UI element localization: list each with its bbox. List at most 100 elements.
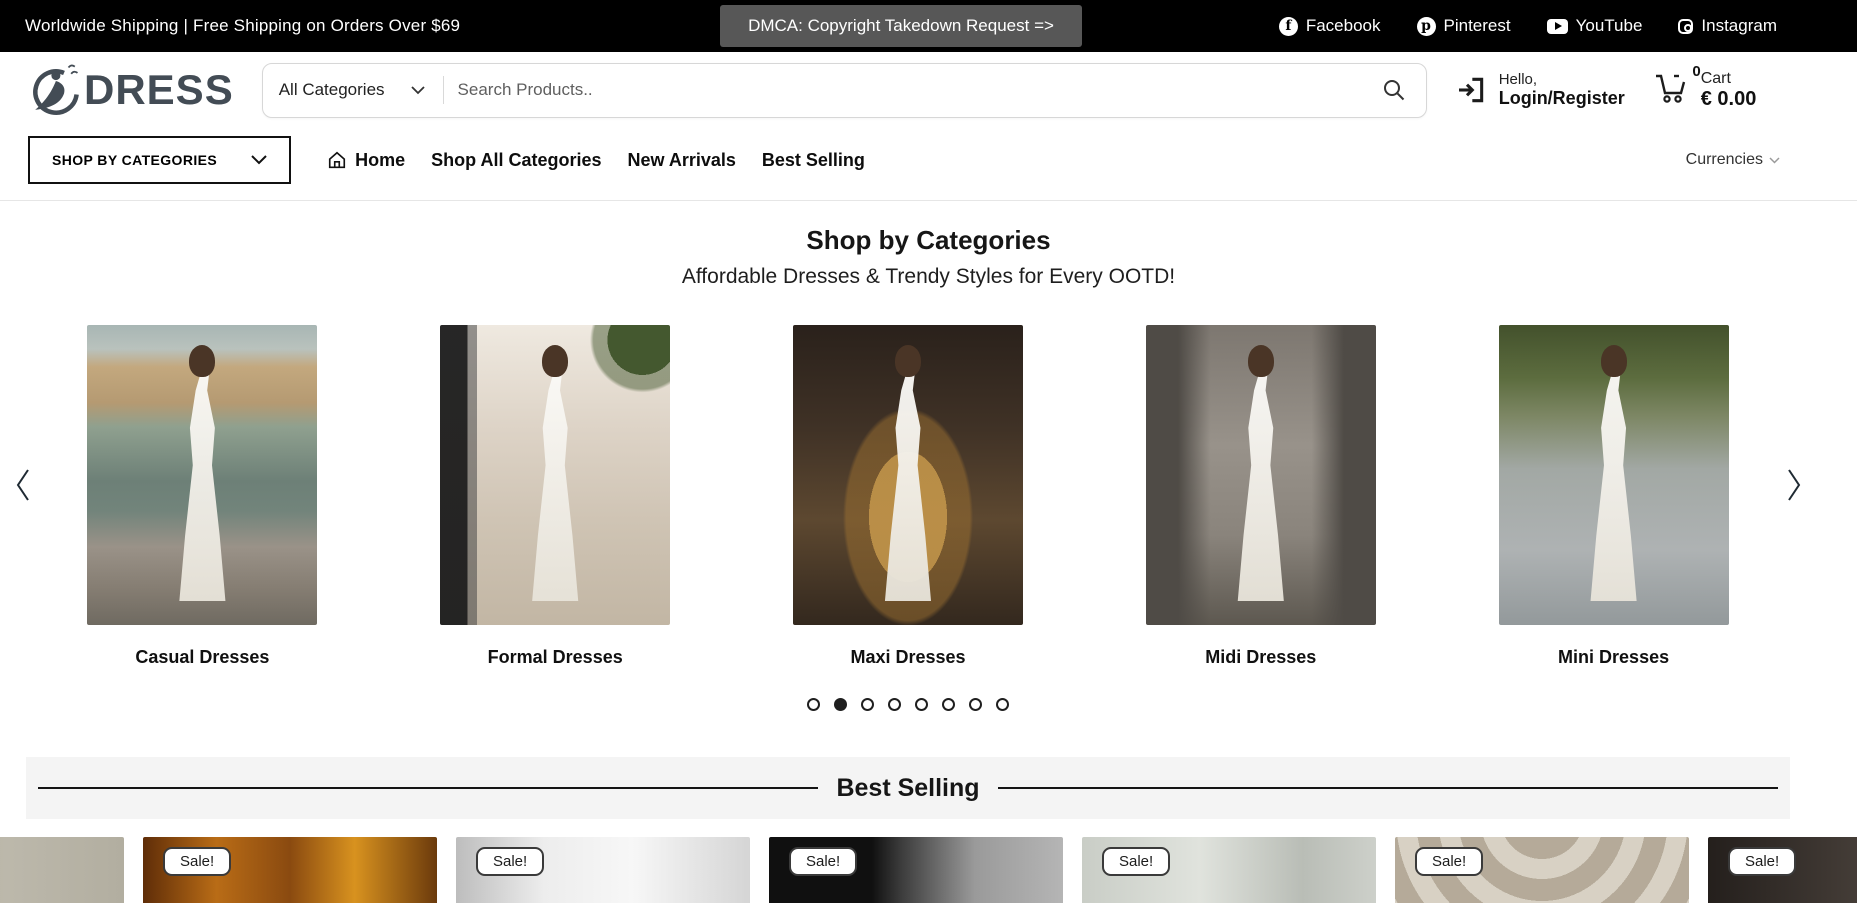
product-card[interactable]: Sale! [1082,837,1376,903]
carousel-dot[interactable] [807,698,820,711]
site-header: DRESS All Categories Hello, Login/Regist… [0,52,1857,126]
cart-label: Cart [1701,70,1757,88]
product-card[interactable] [0,837,124,903]
chevron-down-icon [251,155,267,165]
shop-by-categories-label: SHOP BY CATEGORIES [52,152,217,168]
category-label: Midi Dresses [1205,647,1316,668]
site-logo[interactable]: DRESS [28,62,234,118]
search-input[interactable] [444,80,1362,100]
categories-section-subtitle: Affordable Dresses & Trendy Styles for E… [0,265,1857,289]
search-bar: All Categories [262,63,1427,118]
home-icon [327,150,347,170]
nav-link-label: Shop All Categories [431,150,601,171]
category-card-midi-dresses[interactable]: Midi Dresses [1084,325,1437,668]
sale-badge: Sale! [1102,847,1170,876]
social-link-label: Instagram [1701,16,1777,36]
social-link-label: Pinterest [1444,16,1511,36]
best-selling-products: Sale! Sale! Sale! Sale! Sale! Sale! [0,837,1857,903]
account-text: Hello, Login/Register [1499,71,1625,109]
category-card-formal-dresses[interactable]: Formal Dresses [379,325,732,668]
search-submit-button[interactable] [1362,78,1426,102]
nav-link-best-selling[interactable]: Best Selling [762,150,865,171]
nav-link-label: Best Selling [762,150,865,171]
social-link-label: Facebook [1306,16,1381,36]
social-link-youtube[interactable]: YouTube [1547,16,1643,36]
sale-badge: Sale! [789,847,857,876]
product-card[interactable]: Sale! [769,837,1063,903]
carousel-dot[interactable] [888,698,901,711]
carousel-next-button[interactable] [1779,463,1809,510]
carousel-dot[interactable] [969,698,982,711]
top-announcement-bar: Worldwide Shipping | Free Shipping on Or… [0,0,1857,52]
category-image [1499,325,1729,625]
account-greeting: Hello, [1499,71,1625,88]
carousel-prev-button[interactable] [8,463,38,510]
social-link-pinterest[interactable]: Pinterest [1417,16,1511,36]
carousel-dot[interactable] [996,698,1009,711]
shipping-announcement: Worldwide Shipping | Free Shipping on Or… [25,16,720,36]
carousel-dot[interactable] [861,698,874,711]
dress-logo-mark [28,62,82,118]
product-card[interactable]: Sale! [1708,837,1857,903]
social-link-label: YouTube [1576,16,1643,36]
chevron-right-icon [1783,467,1805,503]
dmca-takedown-button[interactable]: DMCA: Copyright Takedown Request => [720,5,1082,47]
product-card[interactable]: Sale! [143,837,437,903]
category-image [87,325,317,625]
youtube-icon [1547,19,1568,34]
category-card-casual-dresses[interactable]: Casual Dresses [26,325,379,668]
category-label: Maxi Dresses [850,647,965,668]
cart-text: Cart € 0.00 [1701,70,1757,111]
category-image [1146,325,1376,625]
cart-icon-wrap: 0 [1653,71,1691,110]
sale-badge: Sale! [1728,847,1796,876]
chevron-down-icon [411,86,425,95]
search-category-value: All Categories [279,80,385,100]
sale-badge: Sale! [1415,847,1483,876]
category-label: Formal Dresses [488,647,623,668]
social-link-facebook[interactable]: Facebook [1279,16,1381,36]
categories-carousel: Casual Dresses Formal Dresses Maxi Dress… [0,325,1857,668]
product-card[interactable]: Sale! [456,837,750,903]
carousel-dot[interactable] [834,698,847,711]
product-card[interactable]: Sale! [1395,837,1689,903]
login-register-label: Login/Register [1499,88,1625,109]
category-card-maxi-dresses[interactable]: Maxi Dresses [732,325,1085,668]
social-link-instagram[interactable]: Instagram [1678,16,1777,36]
carousel-dot[interactable] [942,698,955,711]
nav-link-label: Home [355,150,405,171]
account-login-link[interactable]: Hello, Login/Register [1455,71,1625,109]
chevron-down-icon [1769,157,1780,164]
nav-link-label: New Arrivals [628,150,736,171]
categories-section-header: Shop by Categories Affordable Dresses & … [0,201,1857,289]
divider-line [998,787,1778,789]
nav-link-new-arrivals[interactable]: New Arrivals [628,150,736,171]
social-links: Facebook Pinterest YouTube Instagram [1082,16,1777,36]
facebook-icon [1279,17,1298,36]
magnifier-icon [1382,78,1406,102]
category-card-mini-dresses[interactable]: Mini Dresses [1437,325,1790,668]
logo-wordmark: DRESS [84,66,234,114]
nav-link-shop-all-categories[interactable]: Shop All Categories [431,150,601,171]
search-category-select[interactable]: All Categories [263,80,443,100]
currencies-dropdown[interactable]: Currencies [1686,151,1780,169]
cart-total: € 0.00 [1701,88,1757,111]
sale-badge: Sale! [163,847,231,876]
instagram-icon [1678,19,1693,34]
login-icon [1455,74,1487,106]
best-selling-header-band: Best Selling [26,757,1790,819]
pinterest-icon [1417,17,1436,36]
divider-line [38,787,818,789]
cart-button[interactable]: 0 Cart € 0.00 [1653,70,1757,111]
categories-section-title: Shop by Categories [0,225,1857,256]
carousel-dot[interactable] [915,698,928,711]
category-cards: Casual Dresses Formal Dresses Maxi Dress… [26,325,1790,668]
carousel-dots [26,698,1790,711]
nav-link-home[interactable]: Home [327,150,405,171]
category-label: Mini Dresses [1558,647,1669,668]
nav-links: Home Shop All Categories New Arrivals [327,150,865,171]
shop-by-categories-button[interactable]: SHOP BY CATEGORIES [28,136,291,184]
best-selling-title: Best Selling [836,774,979,803]
chevron-left-icon [12,467,34,503]
cart-icon [1653,71,1691,105]
